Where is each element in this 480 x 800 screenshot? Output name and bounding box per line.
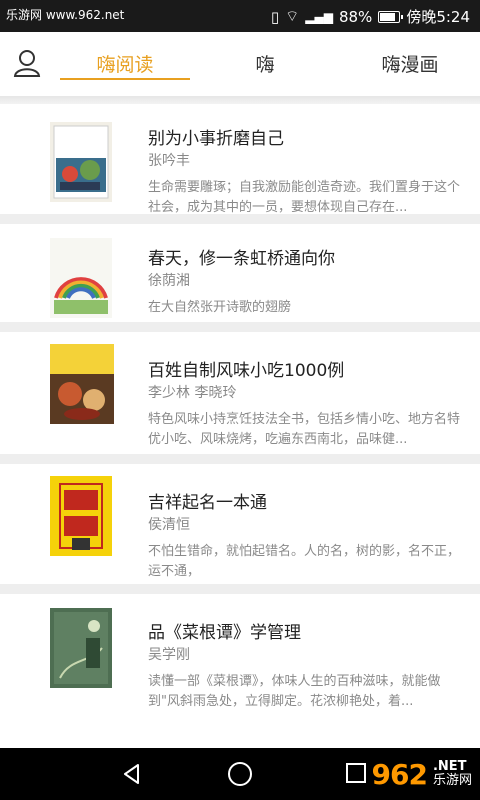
book-title: 别为小事折磨自己 [148,129,284,149]
tab-hi-comic[interactable]: 嗨漫画 [350,50,470,77]
book-cover [50,238,112,318]
top-tab-bar: 嗨阅读 嗨 嗨漫画 [0,32,480,96]
book-title: 百姓自制风味小吃1000例 [148,361,345,381]
wifi-icon: ⌔ [285,7,300,25]
system-nav-bar: 962 .NET 乐游网 [0,748,480,800]
book-cover [50,122,112,202]
list-item[interactable]: 吉祥起名一本通 侯清恒 不怕生错命，就怕起错名。人的名，树的影，名不正，运不通， [0,464,480,594]
book-author: 张吟丰 [148,153,190,169]
list-item[interactable]: 春天，修一条虹桥通向你 徐荫湘 在大自然张开诗歌的翅膀 [0,224,480,332]
list-item[interactable]: 品《菜根谭》学管理 吴学刚 读懂一部《菜根谭》，体味人生的百种滋味，就能做到"风… [0,594,480,728]
watermark-cn: 乐游网 [432,773,472,788]
battery-icon [378,10,404,23]
list-item[interactable]: 百姓自制风味小吃1000例 李少林 李晓玲 特色风味小持烹饪技法全书，包括乡情小… [0,332,480,464]
book-description: 读懂一部《菜根谭》，体味人生的百种滋味，就能做到"风斜雨急处，立得脚定。花浓柳艳… [148,674,441,709]
divider [0,96,480,104]
book-author: 侯清恒 [148,517,190,533]
active-tab-indicator [60,78,190,80]
brand-watermark: 962 .NET 乐游网 [372,754,472,794]
status-bar: 乐游网 www.962.net ▯ ⌔ ▂▄▆ 88% 傍晚5:24 [0,0,480,32]
book-description: 在大自然张开诗歌的翅膀 [148,300,292,315]
book-cover [50,608,112,688]
vibrate-icon: ▯ [270,7,280,26]
user-icon[interactable] [10,46,44,80]
book-title: 春天，修一条虹桥通向你 [148,249,335,269]
signal-icon: ▂▄▆ [305,9,333,24]
tab-hi-read[interactable]: 嗨阅读 [60,50,190,77]
list-item[interactable]: 别为小事折磨自己 张吟丰 生命需要雕琢；自我激励能创造奇迹。我们置身于这个社会，… [0,104,480,224]
clock: 傍晚5:24 [406,8,470,26]
book-author: 徐荫湘 [148,273,190,289]
watermark-number: 962 [371,757,428,791]
battery-percent: 88% [338,7,373,26]
book-cover [50,344,114,424]
tab-hi[interactable]: 嗨 [225,50,305,77]
book-description: 生命需要雕琢；自我激励能创造奇迹。我们置身于这个社会，成为其中的一员，要想体现自… [148,180,461,215]
book-list: 别为小事折磨自己 张吟丰 生命需要雕琢；自我激励能创造奇迹。我们置身于这个社会，… [0,104,480,728]
book-description: 不怕生错命，就怕起错名。人的名，树的影，名不正，运不通， [148,544,461,579]
book-author: 李少林 李晓玲 [148,385,237,401]
book-title: 品《菜根谭》学管理 [148,623,301,643]
book-description: 特色风味小持烹饪技法全书，包括乡情小吃、地方名特优小吃、风味烧烤，吃遍东西南北，… [148,412,461,447]
recent-apps-icon[interactable] [346,763,366,783]
home-icon[interactable] [228,762,252,786]
book-cover [50,476,112,556]
book-author: 吴学刚 [148,647,190,663]
back-icon[interactable] [120,762,144,786]
watermark-net: .NET [432,759,467,774]
site-watermark: 乐游网 www.962.net [6,8,125,22]
status-icons: ▯ ⌔ ▂▄▆ 88% 傍晚5:24 [271,6,470,27]
book-title: 吉祥起名一本通 [148,493,267,513]
